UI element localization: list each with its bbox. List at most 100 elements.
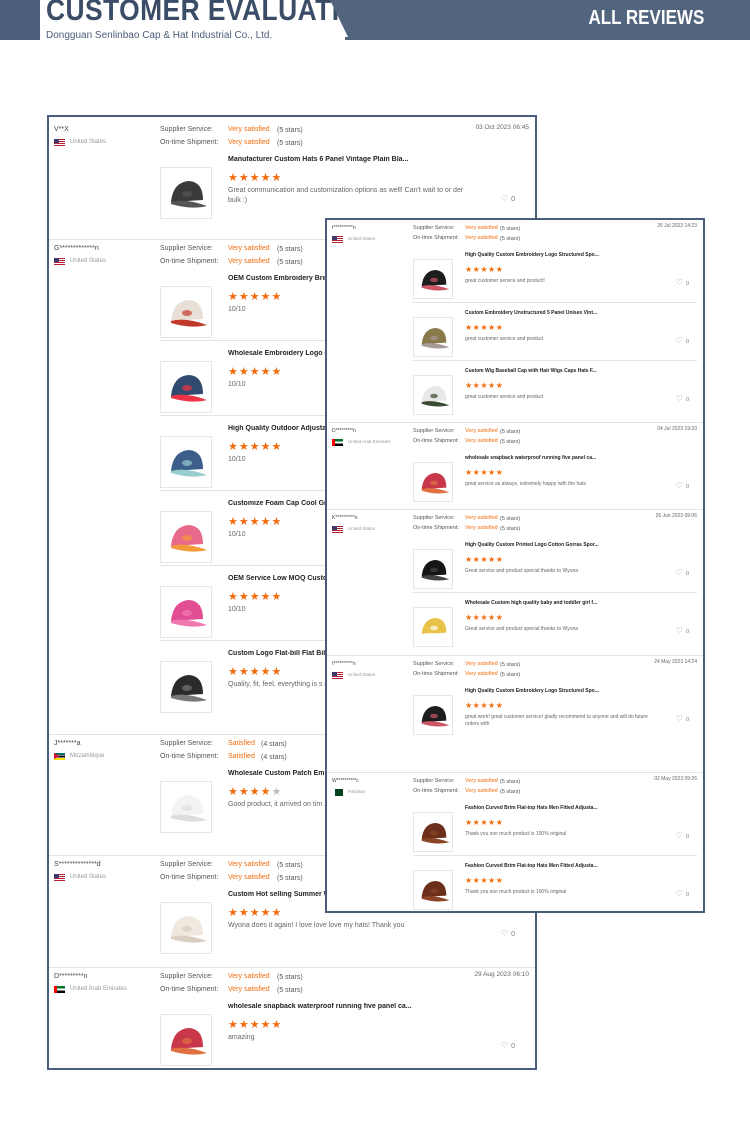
like-button[interactable]: ♡ 0 <box>676 568 689 577</box>
shipment-stars: (5 stars) <box>500 671 521 678</box>
company-name: Dongguan Senlinbao Cap & Hat Industrial … <box>46 30 273 41</box>
rating-stars: ★★★★★ <box>465 818 503 827</box>
thumbs-up-icon: ♡ <box>675 626 683 635</box>
review-text: Thank you soo much product is 100% origi… <box>465 831 567 837</box>
product-title[interactable]: Manufacturer Custom Hats 6 Panel Vintage… <box>228 156 528 163</box>
rating-stars-filled: ★★★★★ <box>465 818 504 827</box>
rating-stars: ★★★★★ <box>228 665 282 678</box>
thumbs-up-icon: ♡ <box>675 481 683 490</box>
product-thumbnail[interactable] <box>160 902 212 954</box>
product-title[interactable]: Custom Wig Baseball Cap with Hair Wigs C… <box>465 368 615 374</box>
product-thumbnail[interactable] <box>160 361 212 413</box>
review-text: Great service and product special thanks… <box>465 568 579 574</box>
header-accent-bar <box>0 0 40 40</box>
thumbs-up-icon: ♡ <box>675 714 683 723</box>
product-thumbnail[interactable] <box>160 286 212 338</box>
product-title[interactable]: High Quality Custom Embroidery Logo Stru… <box>465 252 615 258</box>
product-thumbnail[interactable] <box>160 511 212 563</box>
thumbs-up-icon: ♡ <box>675 278 683 287</box>
like-button[interactable]: ♡ 0 <box>676 889 689 898</box>
product-thumbnail[interactable] <box>160 1014 212 1066</box>
reviewer-country: Mozambique <box>70 753 105 759</box>
product-thumbnail[interactable] <box>413 375 453 415</box>
rating-stars: ★★★★★ <box>228 906 282 919</box>
product-thumbnail[interactable] <box>160 436 212 488</box>
shipment-stars: (5 stars) <box>500 438 521 445</box>
supplier-service-stars: (5 stars) <box>277 861 303 869</box>
product-title[interactable]: wholesale snapback waterproof running fi… <box>228 1003 528 1010</box>
all-reviews-link[interactable]: ALL REVIEWS <box>588 7 704 30</box>
shipment-value: Very satisfied <box>228 139 270 146</box>
thumbs-up-icon: ♡ <box>675 568 683 577</box>
rating-stars-filled: ★★★★★ <box>228 591 283 603</box>
shipment-stars: (5 stars) <box>500 235 521 242</box>
supplier-service-value: Very satisfied <box>465 778 498 784</box>
like-button[interactable]: ♡ 0 <box>676 394 689 403</box>
product-thumbnail[interactable] <box>413 462 453 502</box>
product-thumbnail[interactable] <box>160 586 212 638</box>
shipment-stars: (4 stars) <box>261 753 287 761</box>
product-thumbnail[interactable] <box>413 607 453 647</box>
review-text: great service as always, extremely happy… <box>465 481 586 487</box>
like-button[interactable]: ♡ 0 <box>501 194 515 203</box>
shipment-value: Very satisfied <box>465 671 498 677</box>
rating-stars-filled: ★★★★★ <box>228 1019 283 1031</box>
like-button[interactable]: ♡ 0 <box>501 1041 515 1050</box>
like-button[interactable]: ♡ 0 <box>676 278 689 287</box>
thumbs-up-icon: ♡ <box>500 194 509 203</box>
shipment-label: On-time Shipment: <box>413 525 459 531</box>
product-title[interactable]: wholesale snapback waterproof running fi… <box>465 455 615 461</box>
reviewer-name: W**********c <box>332 778 359 784</box>
product-title[interactable]: High Quality Custom Embroidery Logo Stru… <box>465 688 615 694</box>
like-button[interactable]: ♡ 0 <box>501 929 515 938</box>
product-title[interactable]: High Quality Custom Printed Logo Cotton … <box>465 542 615 548</box>
review-text: amazing <box>228 1034 255 1041</box>
shipment-stars: (5 stars) <box>277 258 303 266</box>
rating-stars-filled: ★★★★★ <box>465 381 504 390</box>
product-thumbnail[interactable] <box>160 781 212 833</box>
like-count: 0 <box>511 196 515 203</box>
country-flag-icon <box>332 526 343 533</box>
like-button[interactable]: ♡ 0 <box>676 626 689 635</box>
product-title[interactable]: Fashion Curved Brim Flat-top Hats Men Fi… <box>465 863 615 869</box>
product-title[interactable]: Custom Embroidery Unstructured 5 Panel U… <box>465 310 615 316</box>
shipment-value: Very satisfied <box>465 235 498 241</box>
supplier-service-stars: (4 stars) <box>261 740 287 748</box>
reviewer-name: t**********n <box>332 225 356 231</box>
product-thumbnail[interactable] <box>413 870 453 910</box>
shipment-label: On-time Shipment: <box>160 874 219 881</box>
reviewer-country: United States <box>70 874 107 880</box>
product-thumbnail[interactable] <box>160 661 212 713</box>
rating-stars: ★★★★★ <box>228 1018 282 1031</box>
shipment-label: On-time Shipment: <box>160 258 219 265</box>
like-button[interactable]: ♡ 0 <box>676 336 689 345</box>
product-thumbnail[interactable] <box>413 317 453 357</box>
like-count: 0 <box>685 892 689 898</box>
product-title[interactable]: Wholesale Custom high quality baby and t… <box>465 600 615 606</box>
review-divider <box>327 422 703 423</box>
product-thumbnail[interactable] <box>413 812 453 852</box>
supplier-service-value: Very satisfied <box>465 225 498 231</box>
review-text: great customer service and product <box>465 394 544 400</box>
supplier-service-label: Supplier Service: <box>160 245 213 252</box>
rating-stars: ★★★★★ <box>465 876 503 885</box>
product-thumbnail[interactable] <box>413 695 453 735</box>
supplier-service-stars: (5 stars) <box>277 245 303 253</box>
shipment-value: Very satisfied <box>228 258 270 265</box>
like-button[interactable]: ♡ 0 <box>676 481 689 490</box>
reviewer-name: J*******a <box>54 740 81 747</box>
product-thumbnail[interactable] <box>160 167 212 219</box>
thumbs-up-icon: ♡ <box>500 1041 509 1050</box>
product-thumbnail[interactable] <box>413 549 453 589</box>
like-button[interactable]: ♡ 0 <box>676 831 689 840</box>
rating-stars: ★★★★★ <box>228 785 282 798</box>
supplier-service-stars: (5 stars) <box>500 428 521 435</box>
product-title[interactable]: Fashion Curved Brim Flat-top Hats Men Fi… <box>465 805 615 811</box>
rating-stars: ★★★★★ <box>228 440 282 453</box>
supplier-service-stars: (5 stars) <box>500 225 521 232</box>
like-button[interactable]: ♡ 0 <box>676 714 689 723</box>
rating-stars: ★★★★★ <box>228 365 282 378</box>
reviewer-name: K**********o <box>332 515 358 521</box>
product-thumbnail[interactable] <box>413 259 453 299</box>
rating-stars: ★★★★★ <box>465 323 503 332</box>
